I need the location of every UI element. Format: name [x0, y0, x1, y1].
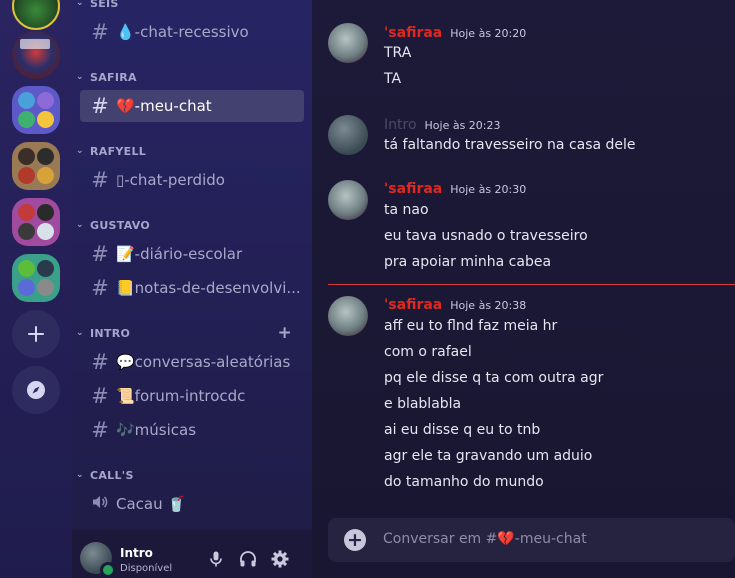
category-label: SEIS — [90, 0, 119, 10]
message-timestamp: Hoje às 20:23 — [424, 119, 501, 132]
server-folder-2[interactable] — [12, 142, 60, 190]
category-label: CALL'S — [90, 468, 134, 482]
explore-servers-button[interactable] — [12, 366, 60, 414]
message-line: ai eu disse q eu to tnb — [384, 422, 541, 438]
channel-chat-recessivo[interactable]: # 💧-chat-recessivo — [80, 16, 304, 48]
message-header: Intro Hoje às 20:23 — [384, 117, 501, 133]
channel-label: 🎶músicas — [116, 421, 197, 439]
headphones-icon[interactable] — [237, 548, 259, 570]
voice-channel-cacau[interactable]: Cacau 🥤 — [80, 488, 304, 520]
chevron-down-icon: ⌄ — [76, 470, 84, 480]
category-label: GUSTAVO — [90, 218, 151, 232]
channel-label: 💔-meu-chat — [116, 97, 212, 115]
message-line: ta nao — [384, 202, 429, 218]
message-line: tá faltando travesseiro na casa dele — [384, 137, 636, 153]
message-author[interactable]: 'safiraa — [384, 297, 442, 313]
hash-icon: # — [91, 242, 109, 266]
plus-icon — [28, 326, 44, 342]
microphone-icon[interactable] — [205, 548, 227, 570]
add-server-button[interactable] — [12, 310, 60, 358]
channel-label: 📒notas-de-desenvolvi... — [116, 279, 301, 297]
message-input[interactable]: Conversar em #💔-meu-chat — [383, 531, 587, 547]
hash-icon: # — [91, 276, 109, 300]
hash-icon: # — [91, 20, 109, 44]
server-folder-3[interactable] — [12, 198, 60, 246]
server-icon-top[interactable] — [12, 0, 60, 30]
channel-musicas[interactable]: # 🎶músicas — [80, 414, 304, 446]
channel-label: Cacau 🥤 — [116, 495, 187, 513]
channel-label: 📜forum-introcdc — [116, 387, 246, 405]
message-line: do tamanho do mundo — [384, 474, 544, 490]
category-intro[interactable]: ⌄ INTRO + — [76, 323, 304, 343]
chevron-down-icon: ⌄ — [76, 0, 84, 8]
chevron-down-icon: ⌄ — [76, 146, 84, 156]
speaker-icon — [90, 493, 110, 515]
message-line: TRA — [384, 45, 412, 61]
chat-area: 'safiraa Hoje às 20:20 TRA TA Intro Hoje à… — [312, 0, 735, 578]
message-author[interactable]: 'safiraa — [384, 181, 442, 197]
server-icon-flag[interactable] — [12, 31, 60, 79]
message-header: 'safiraa Hoje às 20:38 — [384, 297, 526, 313]
compass-icon — [27, 381, 45, 399]
message-author[interactable]: 'safiraa — [384, 25, 442, 41]
channel-label: 📝-diário-escolar — [116, 245, 243, 263]
channel-notas-de-desenvolvimento[interactable]: # 📒notas-de-desenvolvi... — [80, 272, 304, 304]
category-label: INTRO — [90, 326, 131, 340]
username[interactable]: Intro — [120, 546, 153, 560]
message-line: e blablabla — [384, 396, 462, 412]
channel-chat-perdido[interactable]: # ▯-chat-perdido — [80, 164, 304, 196]
server-folder-4[interactable] — [12, 254, 60, 302]
avatar[interactable] — [328, 115, 368, 155]
message-line: aff eu to flnd faz meia hr — [384, 318, 558, 334]
category-gustavo[interactable]: ⌄ GUSTAVO — [76, 217, 150, 233]
hash-icon: # — [91, 350, 109, 374]
channel-diario-escolar[interactable]: # 📝-diário-escolar — [80, 238, 304, 270]
avatar[interactable] — [328, 296, 368, 336]
category-rafyell[interactable]: ⌄ RAFYELL — [76, 143, 146, 159]
category-safira[interactable]: ⌄ SAFIRA — [76, 69, 137, 85]
chevron-down-icon: ⌄ — [76, 328, 84, 338]
user-panel: Intro Disponível — [72, 530, 312, 578]
message-line: pq ele disse q ta com outra agr — [384, 370, 604, 386]
chevron-down-icon: ⌄ — [76, 220, 84, 230]
category-calls[interactable]: ⌄ CALL'S — [76, 467, 134, 483]
avatar[interactable] — [328, 23, 368, 63]
channel-forum-introcdc[interactable]: # 📜forum-introcdc — [80, 380, 304, 412]
hash-icon: # — [91, 94, 109, 118]
add-attachment-button[interactable]: + — [344, 529, 366, 551]
category-label: SAFIRA — [90, 70, 137, 84]
message-line: agr ele ta gravando um aduio — [384, 448, 593, 464]
channel-label: 💧-chat-recessivo — [116, 23, 249, 41]
hash-icon: # — [91, 384, 109, 408]
message-composer[interactable]: + Conversar em #💔-meu-chat — [328, 518, 735, 562]
message-line: com o rafael — [384, 344, 472, 360]
gear-icon[interactable] — [269, 548, 291, 570]
message-timestamp: Hoje às 20:20 — [450, 27, 527, 40]
category-label: RAFYELL — [90, 144, 147, 158]
user-status: Disponível — [120, 563, 173, 574]
add-channel-icon[interactable]: + — [277, 323, 292, 343]
message-header: 'safiraa Hoje às 20:30 — [384, 181, 526, 197]
message-timestamp: Hoje às 20:30 — [450, 183, 527, 196]
channel-conversas-aleatorias[interactable]: # 💬conversas-aleatórias — [80, 346, 304, 378]
message-timestamp: Hoje às 20:38 — [450, 299, 527, 312]
server-folder-1[interactable] — [12, 86, 60, 134]
new-messages-divider — [328, 284, 735, 285]
channel-label: 💬conversas-aleatórias — [116, 353, 291, 371]
chevron-down-icon: ⌄ — [76, 72, 84, 82]
message-header: 'safiraa Hoje às 20:20 — [384, 25, 526, 41]
avatar[interactable] — [328, 180, 368, 220]
channel-label: ▯-chat-perdido — [116, 171, 225, 189]
status-indicator — [100, 562, 116, 578]
server-rail — [0, 0, 72, 578]
message-line: pra apoiar minha cabea — [384, 254, 552, 270]
category-seis[interactable]: ⌄ SEIS — [76, 0, 119, 11]
hash-icon: # — [91, 418, 109, 442]
message-line: TA — [384, 71, 402, 87]
channel-meu-chat[interactable]: # 💔-meu-chat — [80, 90, 304, 122]
message-author[interactable]: Intro — [384, 117, 417, 133]
message-line: eu tava usnado o travesseiro — [384, 228, 588, 244]
hash-icon: # — [91, 168, 109, 192]
channel-sidebar: ⌄ SEIS # 💧-chat-recessivo ⌄ SAFIRA # 💔-m… — [72, 0, 312, 578]
